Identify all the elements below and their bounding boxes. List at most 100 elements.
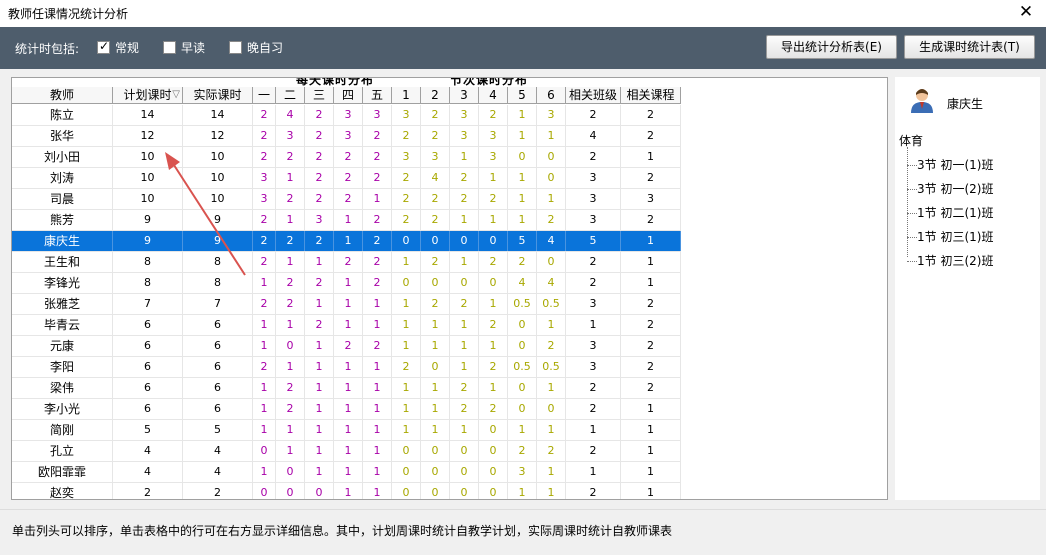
column-header-p6[interactable]: 6 — [537, 87, 566, 104]
cell-related-classes: 3 — [566, 357, 621, 377]
cell-teacher: 梁伟 — [12, 378, 113, 398]
cell-p3: 0 — [450, 231, 479, 251]
cell-actual-hours: 14 — [183, 105, 253, 125]
cell-tue: 2 — [276, 378, 305, 398]
cell-tue: 2 — [276, 147, 305, 167]
table-row[interactable]: 李小光 6 6 1 2 1 1 1 1 1 2 2 0 0 2 1 — [12, 399, 681, 420]
cell-teacher: 张雅芝 — [12, 294, 113, 314]
detail-subject[interactable]: 体育 — [899, 132, 923, 149]
cell-teacher: 张华 — [12, 126, 113, 146]
tree-item-class[interactable]: 1节 初三(1)班 — [907, 229, 993, 245]
cell-actual-hours: 9 — [183, 210, 253, 230]
table-row[interactable]: 李阳 6 6 2 1 1 1 1 2 0 1 2 0.5 0.5 3 2 — [12, 357, 681, 378]
table-row[interactable]: 孔立 4 4 0 1 1 1 1 0 0 0 0 2 2 2 1 — [12, 441, 681, 462]
column-header-planned-hours[interactable]: 计划课时 ▽ — [113, 87, 183, 104]
cell-related-courses: 2 — [621, 210, 681, 230]
table-row[interactable]: 梁伟 6 6 1 2 1 1 1 1 1 2 1 0 1 2 2 — [12, 378, 681, 399]
tree-item-class[interactable]: 3节 初一(1)班 — [907, 157, 993, 173]
column-header-teacher[interactable]: 教师 — [12, 87, 113, 104]
table-row[interactable]: 张雅芝 7 7 2 2 1 1 1 1 2 2 1 0.5 0.5 3 2 — [12, 294, 681, 315]
checkbox-box[interactable] — [97, 39, 110, 54]
cell-related-classes: 3 — [566, 189, 621, 209]
cell-related-courses: 1 — [621, 273, 681, 293]
tree-item-class[interactable]: 3节 初一(2)班 — [907, 181, 993, 197]
checkbox-evening-study[interactable]: 晚自习 — [229, 39, 283, 56]
table-body: 陈立 14 14 2 4 2 3 3 3 2 3 2 1 3 2 2 张华 12 12 2 3 2 3 2 2 2 3 3 1 1 4 2 刘小… — [12, 105, 681, 499]
column-header-p2[interactable]: 2 — [421, 87, 450, 104]
tree-item-class[interactable]: 1节 初三(2)班 — [907, 253, 993, 269]
cell-thu: 1 — [334, 273, 363, 293]
cell-actual-hours: 8 — [183, 273, 253, 293]
checkbox-regular[interactable]: 常规 — [97, 39, 139, 56]
cell-p2: 1 — [421, 378, 450, 398]
cell-planned-hours: 4 — [113, 441, 183, 461]
cell-thu: 3 — [334, 105, 363, 125]
column-header-actual-hours[interactable]: 实际课时 — [183, 87, 253, 104]
table-row[interactable]: 毕青云 6 6 1 1 2 1 1 1 1 1 2 0 1 1 2 — [12, 315, 681, 336]
cell-p4: 1 — [479, 378, 508, 398]
cell-actual-hours: 6 — [183, 336, 253, 356]
table-row[interactable]: 熊芳 9 9 2 1 3 1 2 2 2 1 1 1 2 3 2 — [12, 210, 681, 231]
column-header-mon[interactable]: 一 — [253, 87, 276, 104]
tree-item-class[interactable]: 1节 初二(1)班 — [907, 205, 993, 221]
column-header-related-courses[interactable]: 相关课程 — [621, 87, 681, 104]
cell-p3: 3 — [450, 105, 479, 125]
cell-p4: 0 — [479, 441, 508, 461]
column-header-wed[interactable]: 三 — [305, 87, 334, 104]
cell-p1: 2 — [392, 189, 421, 209]
cell-mon: 2 — [253, 147, 276, 167]
checkbox-morning-reading[interactable]: 早读 — [163, 39, 205, 56]
cell-p3: 2 — [450, 189, 479, 209]
cell-planned-hours: 9 — [113, 231, 183, 251]
cell-p6: 3 — [537, 105, 566, 125]
cell-planned-hours: 8 — [113, 273, 183, 293]
cell-wed: 2 — [305, 126, 334, 146]
cell-teacher: 刘涛 — [12, 168, 113, 188]
cell-wed: 3 — [305, 210, 334, 230]
table-row[interactable]: 康庆生 9 9 2 2 2 1 2 0 0 0 0 5 4 5 1 — [12, 231, 681, 252]
column-header-related-classes[interactable]: 相关班级 — [566, 87, 621, 104]
cell-p5: 1 — [508, 168, 537, 188]
table-row[interactable]: 刘涛 10 10 3 1 2 2 2 2 4 2 1 1 0 3 2 — [12, 168, 681, 189]
cell-planned-hours: 8 — [113, 252, 183, 272]
cell-fri: 1 — [363, 483, 392, 499]
table-row[interactable]: 张华 12 12 2 3 2 3 2 2 2 3 3 1 1 4 2 — [12, 126, 681, 147]
cell-thu: 1 — [334, 231, 363, 251]
column-header-p1[interactable]: 1 — [392, 87, 421, 104]
table-row[interactable]: 欧阳霏霏 4 4 1 0 1 1 1 0 0 0 0 3 1 1 1 — [12, 462, 681, 483]
close-icon[interactable]: ✕ — [1016, 2, 1036, 22]
table-row[interactable]: 赵奕 2 2 0 0 0 1 1 0 0 0 0 1 1 2 1 — [12, 483, 681, 499]
table-row[interactable]: 李锋光 8 8 1 2 2 1 2 0 0 0 0 4 4 2 1 — [12, 273, 681, 294]
cell-p5: 1 — [508, 126, 537, 146]
column-header-tue[interactable]: 二 — [276, 87, 305, 104]
cell-teacher: 欧阳霏霏 — [12, 462, 113, 482]
table-row[interactable]: 司晨 10 10 3 2 2 2 1 2 2 2 2 1 1 3 3 — [12, 189, 681, 210]
teacher-avatar-icon — [911, 89, 933, 113]
cell-tue: 0 — [276, 483, 305, 499]
cell-wed: 2 — [305, 189, 334, 209]
cell-related-courses: 1 — [621, 252, 681, 272]
cell-wed: 1 — [305, 462, 334, 482]
checkbox-box[interactable] — [229, 41, 242, 54]
cell-planned-hours: 4 — [113, 462, 183, 482]
cell-fri: 1 — [363, 441, 392, 461]
export-analysis-button[interactable]: 导出统计分析表(E) — [766, 35, 897, 59]
column-header-fri[interactable]: 五 — [363, 87, 392, 104]
cell-actual-hours: 10 — [183, 189, 253, 209]
cell-p6: 2 — [537, 336, 566, 356]
table-row[interactable]: 陈立 14 14 2 4 2 3 3 3 2 3 2 1 3 2 2 — [12, 105, 681, 126]
column-header-p4[interactable]: 4 — [479, 87, 508, 104]
table-row[interactable]: 王生和 8 8 2 1 1 2 2 1 2 1 2 2 0 2 1 — [12, 252, 681, 273]
cell-related-courses: 3 — [621, 189, 681, 209]
cell-p5: 0.5 — [508, 294, 537, 314]
checkbox-box[interactable] — [163, 41, 176, 54]
table-row[interactable]: 刘小田 10 10 2 2 2 2 2 3 3 1 3 0 0 2 1 — [12, 147, 681, 168]
generate-stats-button[interactable]: 生成课时统计表(T) — [904, 35, 1035, 59]
cell-p1: 1 — [392, 336, 421, 356]
column-header-thu[interactable]: 四 — [334, 87, 363, 104]
table-row[interactable]: 简刚 5 5 1 1 1 1 1 1 1 1 0 1 1 1 1 — [12, 420, 681, 441]
column-header-p5[interactable]: 5 — [508, 87, 537, 104]
table-row[interactable]: 元康 6 6 1 0 1 2 2 1 1 1 1 0 2 3 2 — [12, 336, 681, 357]
cell-planned-hours: 6 — [113, 315, 183, 335]
column-header-p3[interactable]: 3 — [450, 87, 479, 104]
